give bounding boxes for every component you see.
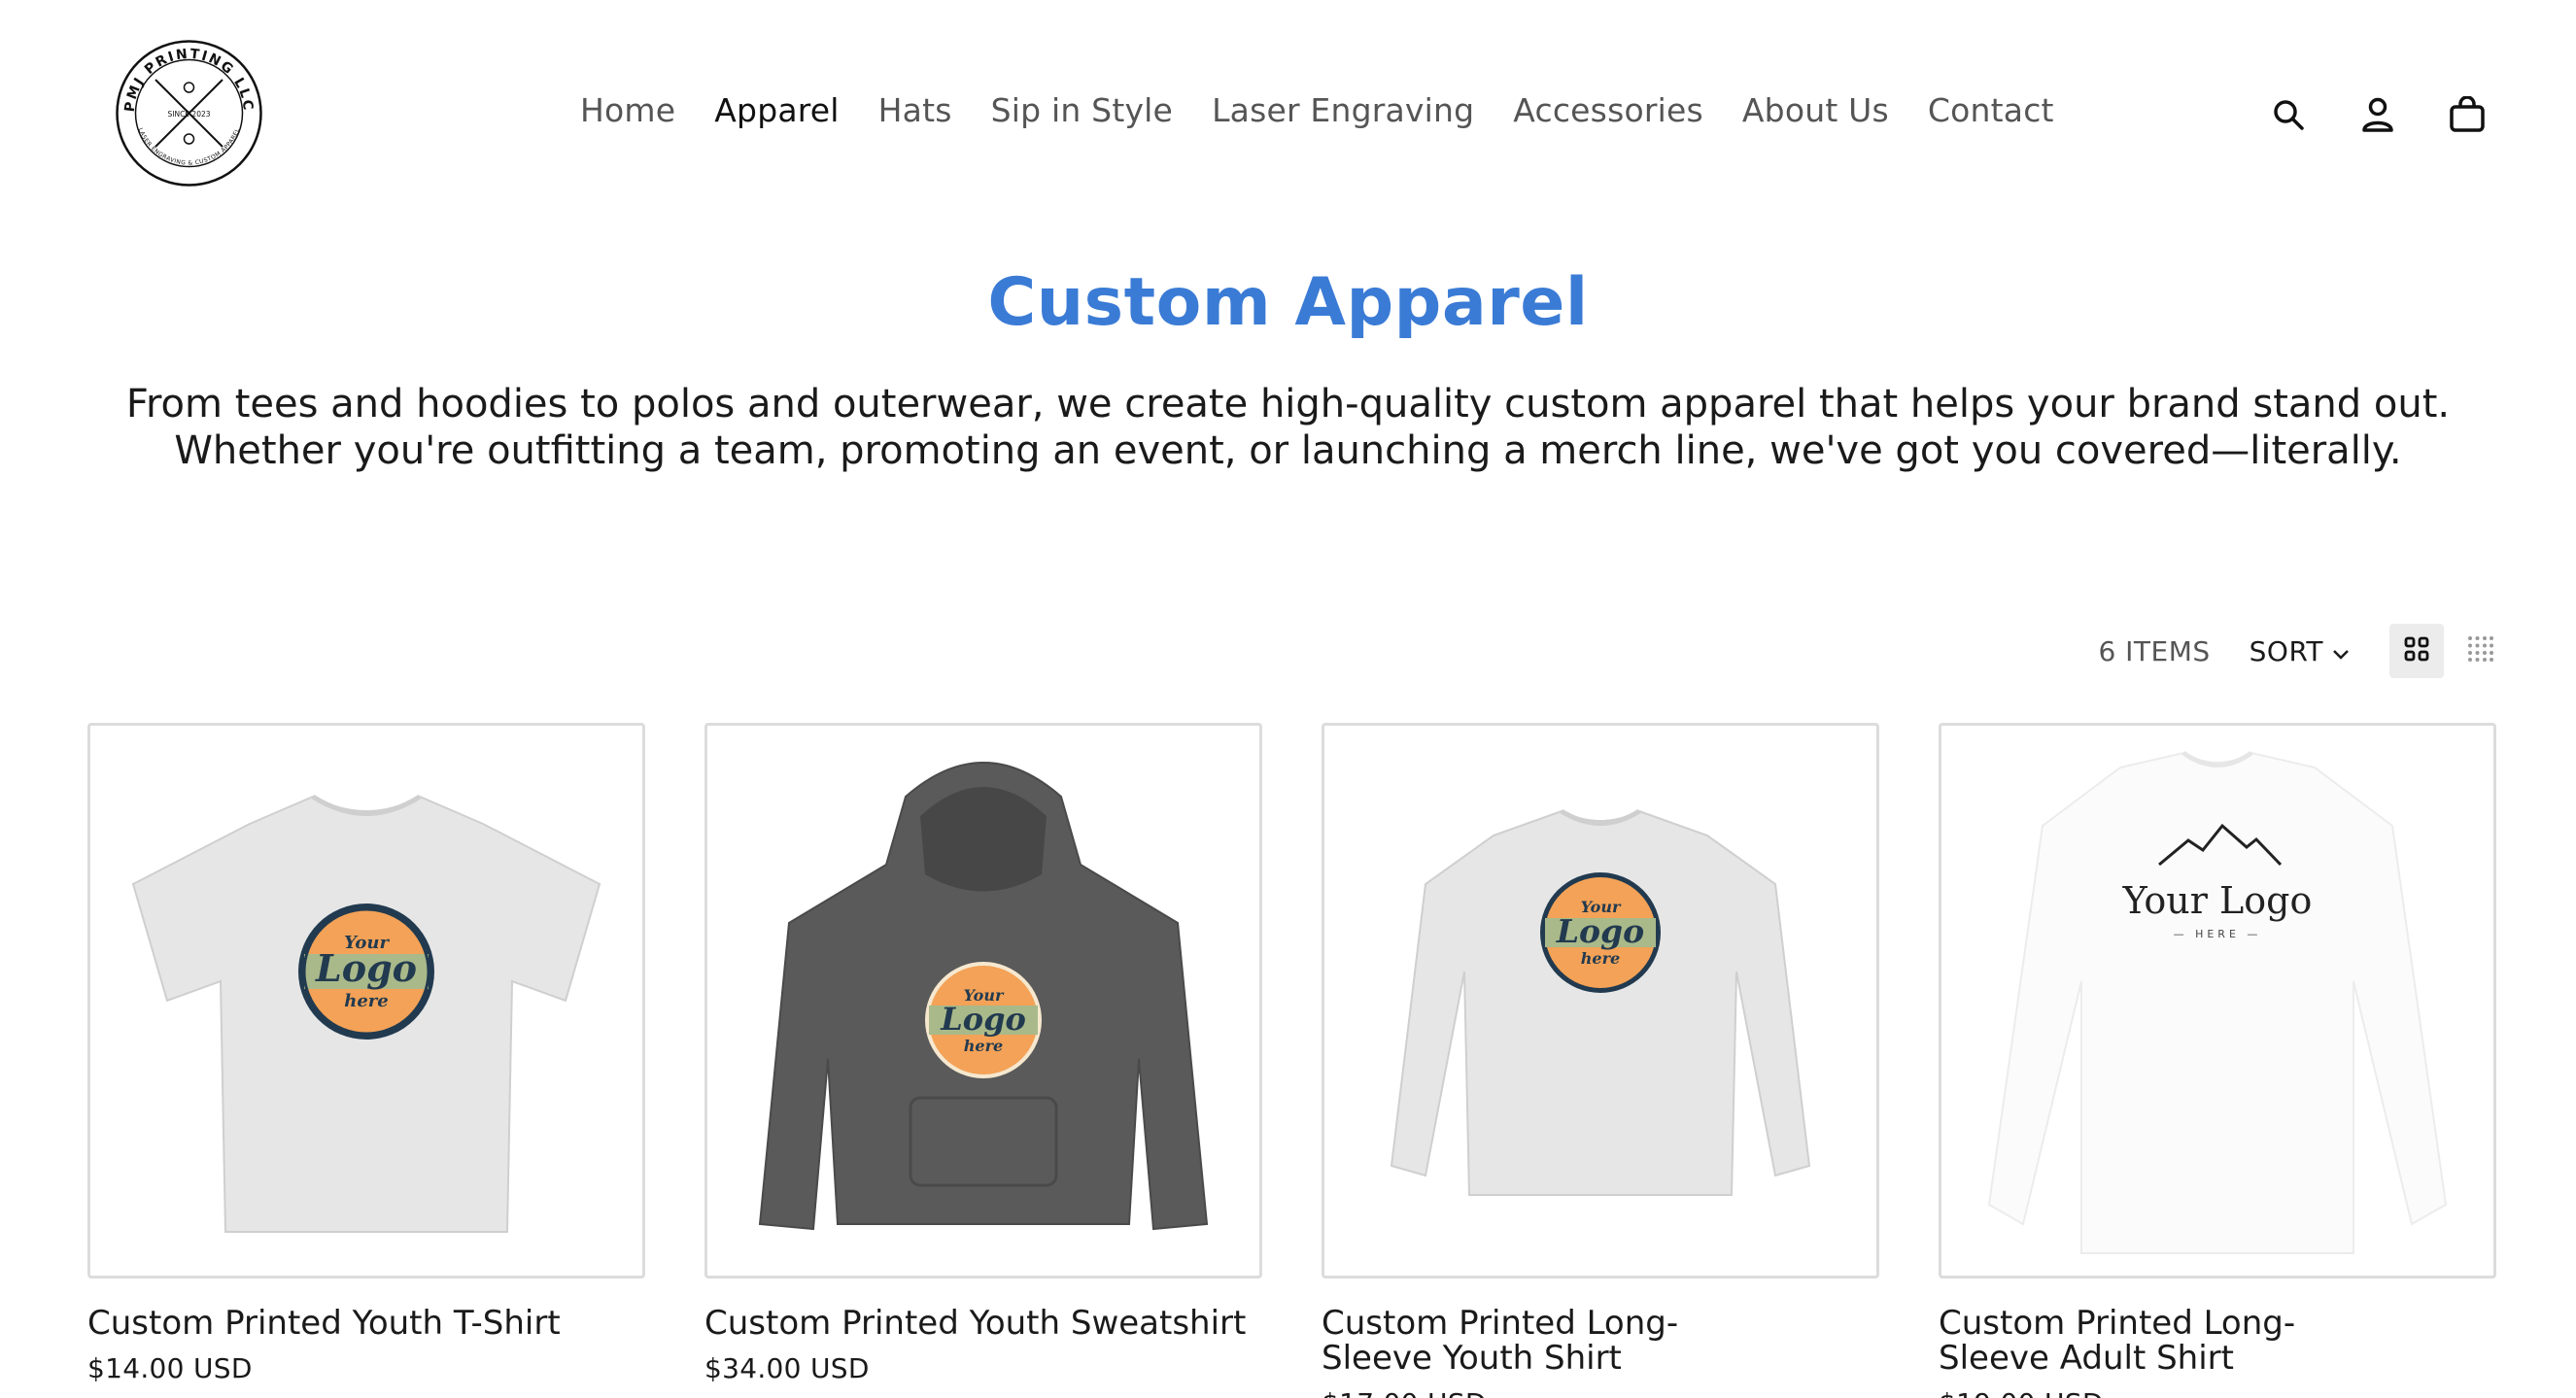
badge-text-here: here [344, 991, 388, 1011]
account-icon[interactable] [2356, 93, 2399, 136]
badge-text-logo: Logo [940, 1001, 1026, 1038]
product-image[interactable]: Your Logo here [1322, 723, 1879, 1279]
product-image[interactable]: Your Logo here [704, 723, 1262, 1279]
product-price: $34.00 USD [704, 1352, 870, 1384]
grid-view-small-button[interactable] [2454, 624, 2508, 678]
svg-text:PMJ PRINTING LLC: PMJ PRINTING LLC [122, 47, 256, 113]
logo-arc-top: PMJ PRINTING LLC [122, 47, 254, 113]
badge-text-logo: Logo [315, 946, 417, 990]
cart-icon[interactable] [2446, 93, 2489, 136]
nav-apparel[interactable]: Apparel [714, 91, 839, 129]
nav-accessories[interactable]: Accessories [1513, 91, 1703, 129]
logo-arc-bottom: LASER ENGRAVING & CUSTOM APPAREL [137, 127, 241, 167]
mockup-logo-text: Your Logo [2122, 879, 2313, 922]
product-title[interactable]: Custom Printed Long-Sleeve Adult Shirt [1939, 1306, 2327, 1376]
page-description: From tees and hoodies to polos and outer… [125, 382, 2451, 473]
logo-since: SINCE 2023 [167, 110, 210, 119]
product-card[interactable]: Your Logo here Custom Printed Long-Sleev… [1322, 723, 1879, 1398]
sort-dropdown[interactable]: SORT [2250, 635, 2351, 667]
mockup-logo-sub: — HERE — [2174, 928, 2262, 940]
product-price: $17.00 USD [1322, 1387, 1879, 1398]
product-card[interactable]: Your Logo here Custom Printed Youth Swea… [704, 723, 1262, 1398]
page-title: Custom Apparel [987, 264, 1589, 341]
product-grid: Your Logo here Custom Printed Youth T-Sh… [87, 723, 2496, 1398]
grid-2x2-icon [2403, 635, 2430, 666]
header-actions [2267, 93, 2489, 136]
nav-laser-engraving[interactable]: Laser Engraving [1212, 91, 1474, 129]
item-count: 6 ITEMS [2098, 634, 2211, 667]
product-title[interactable]: Custom Printed Youth T-Shirt [87, 1306, 645, 1341]
sort-label: SORT [2249, 634, 2323, 667]
product-image[interactable]: Your Logo here [87, 723, 645, 1279]
product-image[interactable]: Your Logo — HERE — [1939, 723, 2496, 1279]
grid-dots-icon [2466, 634, 2495, 667]
chevron-down-icon [2331, 635, 2351, 667]
product-price: $14.00 USD [87, 1352, 253, 1384]
nav-contact[interactable]: Contact [1928, 91, 2054, 129]
nav-home[interactable]: Home [580, 91, 675, 129]
badge-text-here: here [1581, 949, 1620, 968]
nav-about-us[interactable]: About Us [1742, 91, 1889, 129]
grid-view-large-button[interactable] [2389, 624, 2444, 678]
product-title[interactable]: Custom Printed Youth Sweatshirt [704, 1306, 1262, 1341]
brand-logo[interactable]: PMJ PRINTING LLC LASER ENGRAVING & CUSTO… [115, 39, 263, 188]
collection-toolbar: 6 ITEMS SORT [2098, 622, 2508, 680]
product-price: $19.00 USD [1939, 1387, 2496, 1398]
search-icon[interactable] [2267, 93, 2310, 136]
site-header: PMJ PRINTING LLC LASER ENGRAVING & CUSTO… [0, 0, 2576, 229]
nav-hats[interactable]: Hats [878, 91, 952, 129]
product-card[interactable]: Your Logo here Custom Printed Youth T-Sh… [87, 723, 645, 1398]
badge-text-logo: Logo [1556, 912, 1644, 950]
svg-text:LASER ENGRAVING & CUSTOM APPAR: LASER ENGRAVING & CUSTOM APPAREL [137, 127, 242, 167]
nav-sip-in-style[interactable]: Sip in Style [991, 91, 1173, 129]
product-card[interactable]: Your Logo — HERE — Custom Printed Long-S… [1939, 723, 2496, 1398]
product-title[interactable]: Custom Printed Long-Sleeve Youth Shirt [1322, 1306, 1710, 1376]
main-nav: Home Apparel Hats Sip in Style Laser Eng… [580, 91, 2093, 129]
badge-text-here: here [964, 1037, 1003, 1055]
